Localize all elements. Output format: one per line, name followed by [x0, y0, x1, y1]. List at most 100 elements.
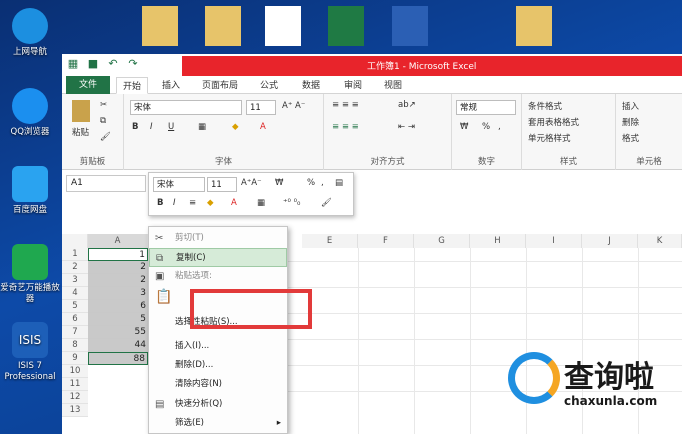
folder-icon[interactable]: [516, 6, 552, 46]
save-icon[interactable]: ■: [86, 57, 100, 71]
indent-icon[interactable]: ⇤ ⇥: [398, 122, 415, 132]
folder-icon[interactable]: [205, 6, 241, 46]
column-header-j[interactable]: J: [582, 234, 638, 248]
menu-item-quick-analysis[interactable]: ▤ 快速分析(Q): [149, 395, 287, 414]
underline-button[interactable]: U: [168, 122, 174, 132]
menu-item-copy[interactable]: ⧉ 复制(C): [149, 248, 287, 267]
delete-cells-button[interactable]: 删除: [622, 116, 639, 128]
row-header[interactable]: 3: [62, 274, 88, 287]
row-header[interactable]: 12: [62, 391, 88, 404]
row-header[interactable]: 7: [62, 326, 88, 339]
tab-data[interactable]: 数据: [302, 78, 320, 91]
qq-browser-icon[interactable]: QQ浏览器: [0, 88, 60, 138]
currency-icon[interactable]: ₩: [460, 122, 468, 132]
pdf-file-icon[interactable]: [265, 6, 301, 46]
number-format-box[interactable]: 常规: [456, 100, 516, 115]
name-box[interactable]: A1: [66, 175, 146, 192]
row-header[interactable]: 2: [62, 261, 88, 274]
percent-button[interactable]: %: [482, 122, 490, 132]
format-cells-button[interactable]: 格式: [622, 132, 639, 144]
border-icon[interactable]: ▦: [198, 122, 206, 132]
mini-font-name[interactable]: 宋体: [153, 177, 205, 192]
excel-file-icon[interactable]: [328, 6, 364, 46]
cell-a8[interactable]: 44: [88, 339, 148, 352]
mini-comma-button[interactable]: ,: [321, 178, 324, 188]
cell-a9[interactable]: 88: [88, 352, 148, 365]
cell-styles-button[interactable]: 单元格样式: [528, 132, 571, 144]
tab-formulas[interactable]: 公式: [260, 78, 278, 91]
mini-border-icon[interactable]: ▦: [257, 198, 265, 208]
column-header-k[interactable]: K: [638, 234, 682, 248]
format-as-table-button[interactable]: 套用表格格式: [528, 116, 579, 128]
bold-button[interactable]: B: [132, 122, 138, 132]
row-header[interactable]: 6: [62, 313, 88, 326]
italic-button[interactable]: I: [150, 122, 153, 132]
row-header[interactable]: 11: [62, 378, 88, 391]
cell-a1[interactable]: 1: [88, 248, 148, 261]
font-color-icon[interactable]: A: [260, 122, 266, 132]
copy-icon[interactable]: ⧉: [100, 116, 106, 126]
orientation-icon[interactable]: ab↗: [398, 100, 416, 110]
row-header[interactable]: 13: [62, 404, 88, 417]
mini-bold-button[interactable]: B: [157, 198, 163, 208]
folder-icon[interactable]: [142, 6, 178, 46]
format-painter-icon[interactable]: 🖌: [100, 132, 111, 142]
mini-decimal-icon[interactable]: ⁺⁰ ⁰₀: [283, 198, 300, 208]
browser-icon[interactable]: 上网导航: [0, 8, 60, 58]
cell-a6[interactable]: 5: [88, 313, 148, 326]
mini-font-color-icon[interactable]: A: [231, 198, 237, 208]
mini-align-icon[interactable]: ≡: [189, 198, 196, 208]
font-size-box[interactable]: 11: [246, 100, 276, 115]
fill-color-icon[interactable]: ◆: [232, 122, 239, 132]
align-top-icon[interactable]: ≡ ≡ ≡: [332, 100, 359, 110]
mini-grow-font-icon[interactable]: A⁺A⁻: [241, 178, 262, 188]
mini-font-size[interactable]: 11: [207, 177, 237, 192]
mini-format-icon[interactable]: ▤: [335, 178, 343, 188]
mini-currency-icon[interactable]: ₩: [275, 178, 283, 188]
column-header-e[interactable]: E: [302, 234, 358, 248]
insert-cells-button[interactable]: 插入: [622, 100, 639, 112]
paste-button[interactable]: 粘贴: [72, 126, 89, 138]
cell-a2[interactable]: 2: [88, 261, 148, 274]
undo-icon[interactable]: ↶: [106, 57, 120, 71]
grow-font-icon[interactable]: A⁺ A⁻: [282, 101, 305, 111]
menu-item-delete[interactable]: 删除(D)...: [149, 356, 287, 375]
menu-item-insert[interactable]: 插入(I)...: [149, 337, 287, 356]
aiqiyi-player-icon[interactable]: 爱奇艺万能播放器: [0, 244, 60, 305]
comma-button[interactable]: ,: [498, 122, 501, 132]
cell-a7[interactable]: 55: [88, 326, 148, 339]
tab-page-layout[interactable]: 页面布局: [202, 78, 238, 91]
redo-icon[interactable]: ↷: [126, 57, 140, 71]
cell-a4[interactable]: 3: [88, 287, 148, 300]
font-name-box[interactable]: 宋体: [130, 100, 242, 115]
column-header-f[interactable]: F: [358, 234, 414, 248]
cut-icon[interactable]: ✂: [100, 100, 107, 110]
paste-icon[interactable]: [72, 100, 90, 122]
tab-file[interactable]: 文件: [66, 76, 110, 94]
align-center-icon[interactable]: ≡ ≡ ≡: [332, 122, 359, 132]
column-header-i[interactable]: I: [526, 234, 582, 248]
row-header[interactable]: 5: [62, 300, 88, 313]
column-header-h[interactable]: H: [470, 234, 526, 248]
row-header[interactable]: 9: [62, 352, 88, 365]
mini-painter-icon[interactable]: 🖌: [321, 198, 332, 208]
row-header[interactable]: 1: [62, 248, 88, 261]
mini-percent-button[interactable]: %: [307, 178, 315, 188]
column-header-a[interactable]: A: [88, 234, 148, 248]
conditional-format-button[interactable]: 条件格式: [528, 100, 562, 112]
column-header-g[interactable]: G: [414, 234, 470, 248]
mini-fill-icon[interactable]: ◆: [207, 198, 214, 208]
word-file-icon[interactable]: [392, 6, 428, 46]
corner-cell[interactable]: [62, 234, 88, 248]
baidu-netdisk-icon[interactable]: 百度网盘: [0, 166, 60, 216]
tab-review[interactable]: 审阅: [344, 78, 362, 91]
menu-item-filter[interactable]: 筛选(E) ▸: [149, 414, 287, 433]
isis-icon[interactable]: ISIS ISIS 7 Professional: [0, 322, 60, 383]
row-header[interactable]: 10: [62, 365, 88, 378]
cell-a5[interactable]: 6: [88, 300, 148, 313]
cell-a3[interactable]: 2: [88, 274, 148, 287]
tab-view[interactable]: 视图: [384, 78, 402, 91]
tab-home[interactable]: 开始: [116, 77, 149, 94]
row-header[interactable]: 8: [62, 339, 88, 352]
mini-italic-button[interactable]: I: [173, 198, 176, 208]
